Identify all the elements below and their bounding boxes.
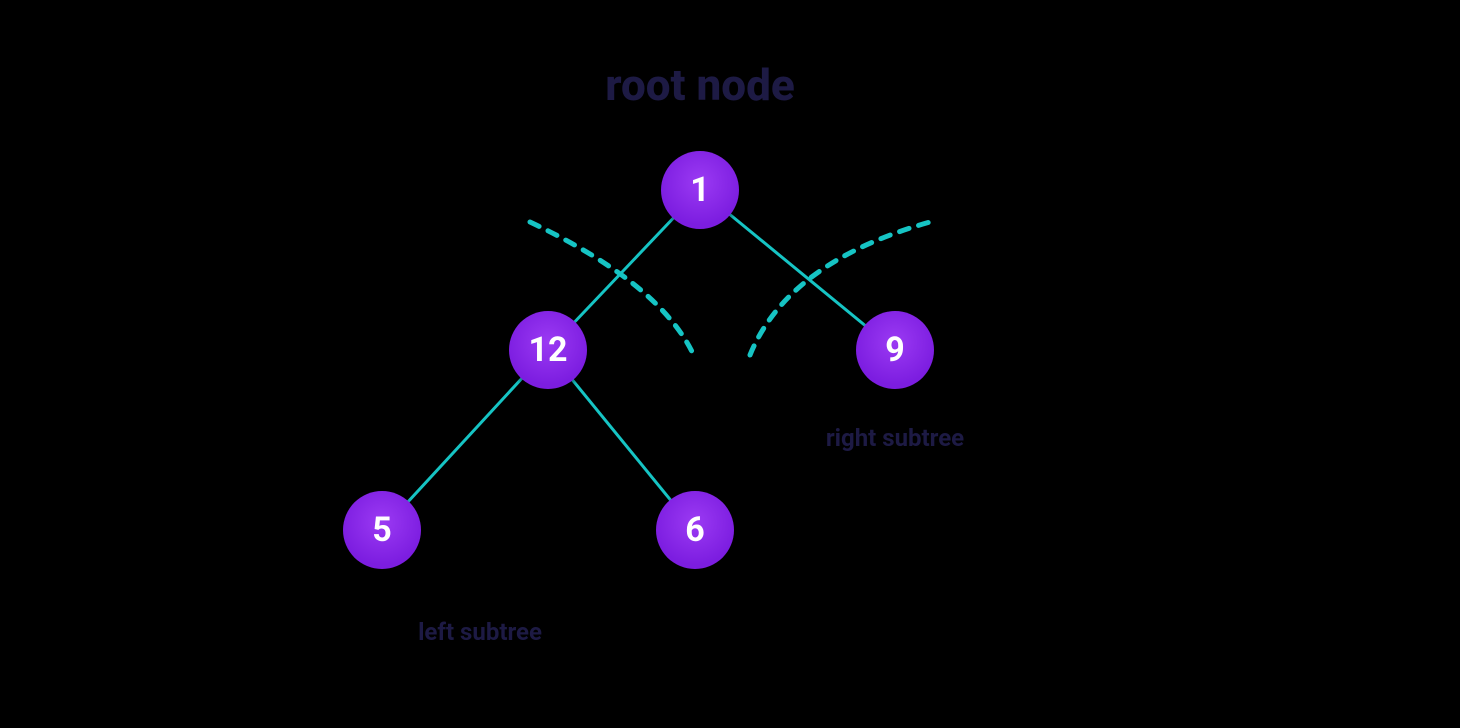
- diagram-canvas: root node 1 12 9 5 6 right subtree left …: [0, 0, 1460, 728]
- node-leaf-5: 5: [343, 491, 421, 569]
- node-right: 9: [856, 311, 934, 389]
- node-root: 1: [661, 151, 739, 229]
- right-subtree-label: right subtree: [826, 424, 964, 452]
- left-subtree-label: left subtree: [418, 618, 542, 646]
- root-node-label: root node: [605, 59, 794, 111]
- node-left: 12: [509, 311, 587, 389]
- node-leaf-6: 6: [656, 491, 734, 569]
